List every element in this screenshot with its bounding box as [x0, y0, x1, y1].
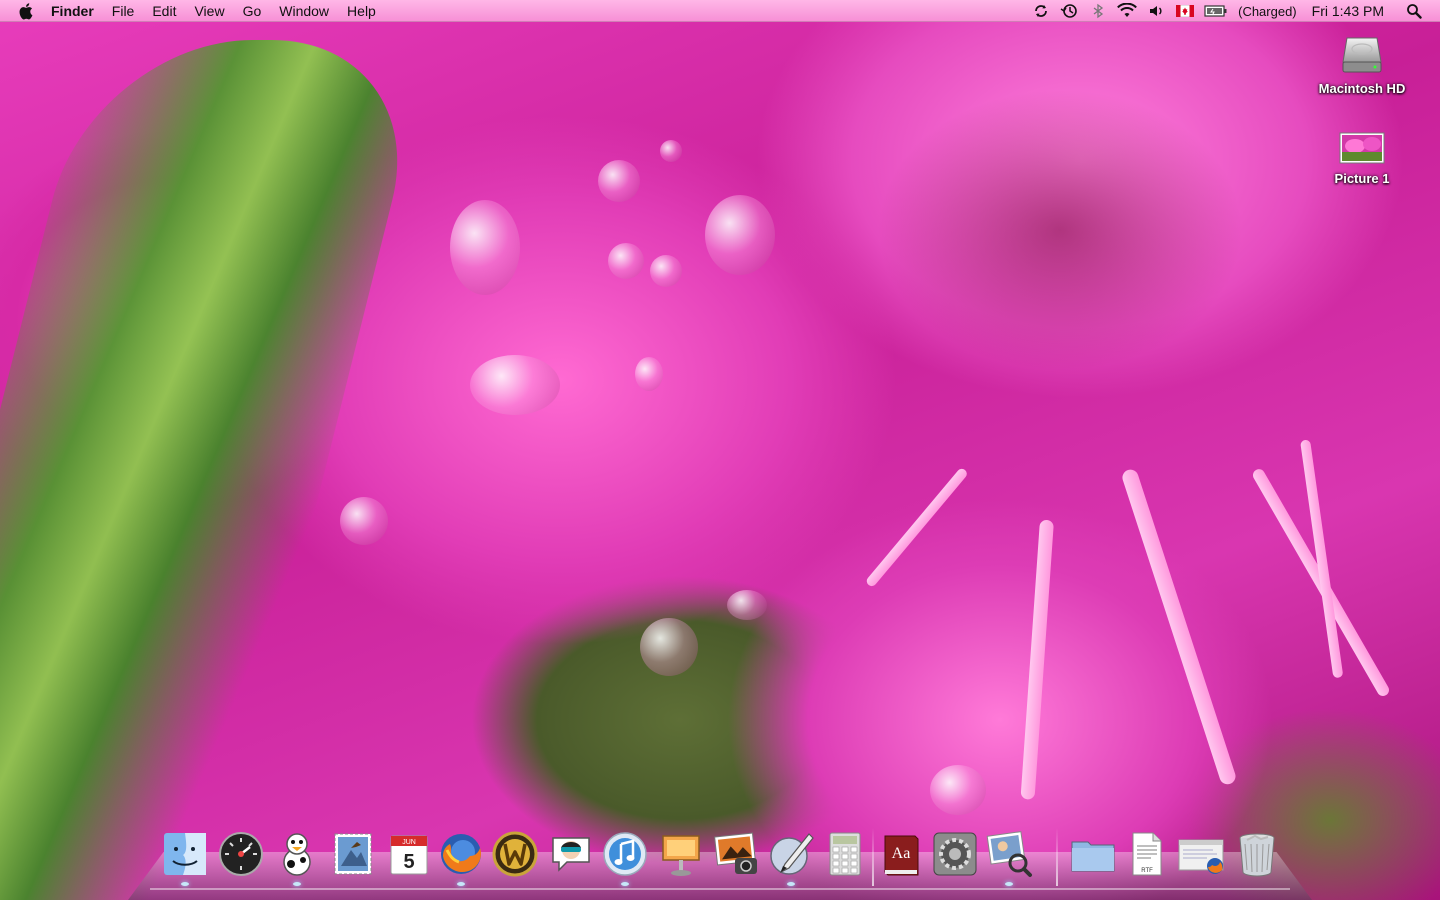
dock-item-ichat-avatar[interactable] [546, 828, 596, 884]
bluetooth-icon[interactable] [1085, 0, 1111, 22]
dock-item-firefox-window[interactable] [1176, 828, 1226, 884]
wallpaper-leaf [0, 40, 433, 900]
menu-extras: (Charged) Fri 1:43 PM [1027, 0, 1440, 22]
script-editor-icon [770, 833, 814, 875]
canada-flag-icon[interactable] [1171, 0, 1199, 22]
flower-stamen [1120, 467, 1238, 787]
folder-icon [1071, 841, 1115, 872]
desktop-icon-macintosh-hd[interactable]: Macintosh HD [1307, 30, 1417, 96]
volume-icon[interactable] [1143, 0, 1171, 22]
rtf-label: RTF [1141, 868, 1153, 874]
running-indicator [621, 882, 629, 886]
dock-separator [1056, 828, 1058, 886]
water-drop [635, 357, 663, 391]
running-indicator [293, 882, 301, 886]
water-drop [727, 590, 767, 620]
wifi-icon[interactable] [1111, 0, 1143, 22]
itunes-icon [603, 832, 647, 876]
flower-stamen [864, 466, 969, 589]
menu-edit[interactable]: Edit [143, 0, 185, 22]
menu-file[interactable]: File [103, 0, 144, 22]
dock-item-ical[interactable]: JUN 5 [384, 828, 434, 884]
apple-menu-icon[interactable] [12, 0, 42, 22]
desktop-icon-picture-1[interactable]: Picture 1 [1307, 128, 1417, 186]
keynote-podium-icon [662, 835, 700, 876]
menu-go[interactable]: Go [234, 0, 271, 22]
water-drop [340, 497, 388, 545]
water-drop [470, 355, 560, 415]
time-machine-icon[interactable] [1055, 0, 1085, 22]
adium-duck-icon [283, 833, 311, 876]
running-indicator [457, 882, 465, 886]
dock-item-itunes[interactable] [600, 828, 650, 886]
menu-view[interactable]: View [185, 0, 233, 22]
dock-item-trash[interactable] [1232, 828, 1282, 884]
dock-item-system-preferences[interactable] [930, 828, 980, 884]
dock-item-firefox[interactable] [436, 828, 486, 886]
running-indicator [787, 882, 795, 886]
dashboard-icon [219, 832, 263, 876]
dock-item-calculator[interactable] [820, 828, 870, 884]
dock-item-rtf-document[interactable]: RTF [1122, 828, 1172, 884]
running-indicator [181, 882, 189, 886]
water-drop [640, 618, 698, 676]
menu-help[interactable]: Help [338, 0, 385, 22]
dock-item-script-editor[interactable] [766, 828, 816, 886]
desktop-icon-label: Picture 1 [1334, 171, 1390, 186]
warcraft-icon [492, 831, 538, 877]
dock-item-documents-folder[interactable] [1068, 828, 1118, 884]
preview-icon [986, 831, 1032, 877]
dock-item-keynote[interactable] [656, 828, 706, 884]
water-drop [608, 243, 644, 279]
battery-status-text[interactable]: (Charged) [1233, 0, 1302, 22]
dock: JUN 5 Aa RTF [160, 828, 1290, 888]
dock-item-adium[interactable] [272, 828, 322, 886]
water-drop [650, 255, 682, 287]
flower-stamen [1020, 519, 1054, 800]
dock-item-mail[interactable] [328, 828, 378, 884]
mail-stamp-icon [334, 833, 372, 875]
calculator-icon [829, 832, 861, 876]
finder-icon [164, 833, 206, 875]
dock-highlight-line [150, 888, 1290, 890]
dock-item-dictionary[interactable]: Aa [876, 828, 926, 884]
dock-item-iphoto[interactable] [712, 828, 762, 884]
dock-item-dashboard[interactable] [216, 828, 266, 884]
system-preferences-gear-icon [933, 832, 977, 876]
dock-item-preview[interactable] [984, 828, 1034, 886]
sync-icon[interactable] [1027, 0, 1055, 22]
battery-icon[interactable] [1199, 0, 1233, 22]
calendar-icon: JUN 5 [390, 835, 428, 875]
water-drop [705, 195, 775, 275]
menu-finder[interactable]: Finder [42, 0, 103, 22]
dock-item-finder[interactable] [160, 828, 210, 886]
chat-avatar-icon [552, 837, 590, 872]
running-indicator [1005, 882, 1013, 886]
calendar-month: JUN [402, 839, 416, 846]
hard-drive-icon [1338, 30, 1386, 78]
spotlight-icon[interactable] [1394, 0, 1434, 22]
menu-bar: Finder File Edit View Go Window Help (Ch… [0, 0, 1440, 22]
menubar-clock[interactable]: Fri 1:43 PM [1302, 0, 1394, 22]
firefox-window-thumbnail-icon [1178, 839, 1224, 874]
dock-item-world-of-warcraft[interactable] [490, 828, 540, 884]
desktop-wallpaper [0, 0, 1440, 900]
dock-separator [872, 828, 874, 886]
rtf-document-icon: RTF [1132, 832, 1162, 876]
water-drop [450, 200, 520, 295]
firefox-icon [441, 834, 481, 874]
water-drop [660, 140, 682, 162]
dictionary-book-icon: Aa [884, 835, 919, 876]
picture-file-icon [1338, 128, 1386, 168]
iphoto-icon [714, 832, 757, 874]
trash-icon [1239, 833, 1275, 877]
menu-window[interactable]: Window [270, 0, 338, 22]
dictionary-glyph: Aa [892, 845, 911, 862]
water-drop [598, 160, 640, 202]
calendar-day: 5 [403, 851, 414, 873]
water-drop [930, 765, 986, 815]
desktop-icon-label: Macintosh HD [1318, 81, 1406, 96]
